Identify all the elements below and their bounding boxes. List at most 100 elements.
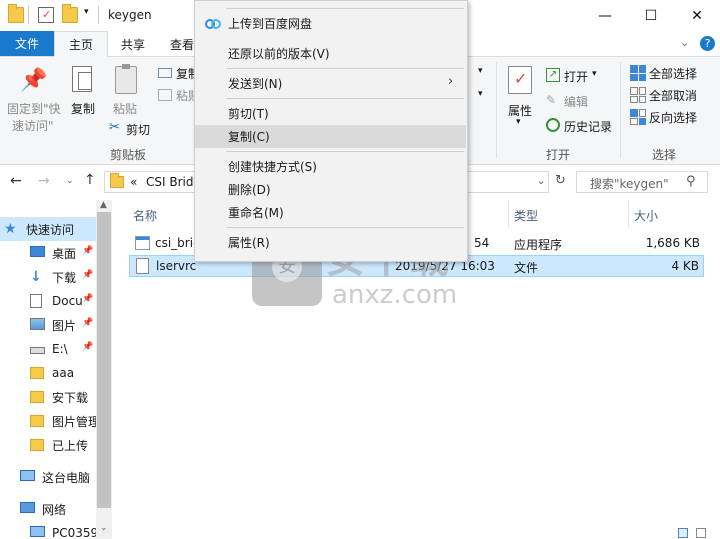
menu-separator: [226, 68, 464, 69]
address-overflow[interactable]: «: [130, 175, 137, 189]
details-view-icon[interactable]: [678, 528, 688, 538]
select-all-button[interactable]: 全部选择: [649, 65, 697, 82]
column-header-name[interactable]: 名称: [133, 207, 157, 224]
close-button[interactable]: ✕: [674, 0, 720, 31]
nav-item[interactable]: ↓ 下载 📌: [0, 265, 96, 289]
scroll-up-icon[interactable]: ▲: [100, 200, 107, 210]
picture-icon: [30, 318, 46, 332]
nav-gap: [4, 459, 92, 460]
nav-item-label: 桌面: [52, 246, 77, 261]
invert-selection-button[interactable]: 反向选择: [649, 109, 697, 126]
pin-icon[interactable]: 📌: [82, 270, 93, 280]
tab-share[interactable]: 共享: [108, 31, 158, 57]
nav-item[interactable]: 图片管理: [0, 409, 96, 433]
nav-item[interactable]: 安下载: [0, 385, 96, 409]
menu-item-rename[interactable]: 重命名(M): [195, 201, 466, 224]
nav-item[interactable]: 图片 📌: [0, 313, 96, 337]
menu-item-cut[interactable]: 剪切(T): [195, 102, 466, 125]
application-icon: [135, 236, 150, 250]
address-path[interactable]: CSI Brid: [146, 175, 193, 189]
divider: [28, 6, 29, 24]
invert-selection-icon: [630, 109, 646, 125]
file-icon: [136, 258, 149, 274]
folder-icon: [30, 390, 46, 404]
address-dropdown-icon[interactable]: ⌄: [537, 176, 545, 187]
network-icon: [20, 502, 36, 516]
folder-icon: [30, 438, 46, 452]
maximize-button[interactable]: ☐: [628, 0, 674, 31]
menu-item-upload-baidu[interactable]: 上传到百度网盘: [195, 12, 466, 35]
copy-icon: [72, 66, 92, 92]
properties-dropdown-icon[interactable]: ▾: [516, 117, 521, 127]
tab-home[interactable]: 主页: [54, 31, 108, 57]
nav-gap: [4, 491, 92, 492]
nav-item-label: 图片: [52, 318, 77, 333]
divider: [98, 6, 99, 24]
forward-arrow-icon[interactable]: →: [38, 173, 50, 189]
history-button[interactable]: 历史记录: [564, 118, 612, 135]
search-icon[interactable]: ⚲: [686, 174, 696, 189]
menu-item-send-to[interactable]: 发送到(N): [195, 72, 466, 95]
new-folder-qat-icon[interactable]: [62, 4, 78, 23]
edit-button[interactable]: 编辑: [564, 93, 588, 110]
folder-icon: [30, 366, 46, 380]
properties-qat-icon[interactable]: ✓: [38, 7, 54, 23]
nav-item-label: 已上传: [52, 438, 89, 453]
open-dropdown-icon[interactable]: ▾: [592, 69, 597, 79]
nav-item[interactable]: 网络: [0, 497, 96, 521]
menu-item-delete[interactable]: 删除(D): [195, 178, 466, 201]
minimize-button[interactable]: —: [582, 0, 628, 31]
select-all-icon: [630, 65, 646, 81]
refresh-icon[interactable]: ↻: [555, 173, 566, 188]
column-header-type[interactable]: 类型: [514, 207, 538, 224]
select-none-button[interactable]: 全部取消: [649, 87, 697, 104]
column-header-size[interactable]: 大小: [634, 207, 658, 224]
pin-icon[interactable]: 📌: [82, 294, 93, 304]
new-item-dropdown-icon[interactable]: ▾: [478, 66, 483, 76]
document-icon: [30, 294, 46, 308]
open-button[interactable]: 打开: [564, 68, 588, 85]
nav-item[interactable]: E:\ 📌: [0, 337, 96, 361]
copy-button[interactable]: 复制: [71, 100, 95, 117]
pin-icon[interactable]: 📌: [82, 318, 93, 328]
computer-icon: [30, 526, 46, 539]
copy-path-icon: [158, 68, 172, 78]
qat-dropdown-icon[interactable]: ▾: [84, 7, 89, 17]
menu-item-create-shortcut[interactable]: 创建快捷方式(S): [195, 155, 466, 178]
tab-file[interactable]: 文件: [0, 31, 54, 56]
help-icon[interactable]: ?: [700, 36, 715, 51]
large-icons-view-icon[interactable]: [696, 528, 706, 538]
collapse-ribbon-icon[interactable]: ⌄: [680, 36, 689, 49]
nav-item[interactable]: PC0359: [0, 521, 96, 539]
menu-item-restore-previous[interactable]: 还原以前的版本(V): [195, 42, 466, 65]
scroll-down-icon[interactable]: ⌄: [100, 523, 108, 533]
nav-scrollbar-thumb[interactable]: [97, 212, 111, 508]
file-size: 1,686 KB: [645, 236, 700, 250]
menu-item-copy[interactable]: 复制(C): [195, 125, 466, 148]
up-arrow-icon[interactable]: ↑: [84, 172, 96, 188]
cut-button[interactable]: 剪切: [126, 121, 150, 138]
open-group-label: 打开: [546, 148, 571, 162]
easy-access-dropdown-icon[interactable]: ▾: [478, 89, 483, 99]
nav-item[interactable]: ★ 快速访问: [0, 217, 96, 241]
copy-path-button[interactable]: 复制: [176, 65, 194, 82]
nav-item[interactable]: 已上传: [0, 433, 96, 457]
recent-locations-icon[interactable]: ⌄: [66, 176, 74, 186]
pin-icon[interactable]: 📌: [82, 246, 93, 256]
menu-item-properties[interactable]: 属性(R): [195, 231, 466, 254]
pin-icon[interactable]: 📌: [82, 342, 93, 352]
paste-button[interactable]: 粘贴: [113, 100, 137, 117]
column-divider[interactable]: [628, 200, 629, 228]
back-arrow-icon[interactable]: ←: [10, 173, 22, 189]
column-divider[interactable]: [508, 200, 509, 228]
nav-item-label: aaa: [52, 366, 75, 380]
file-size: 4 KB: [671, 259, 699, 273]
nav-item[interactable]: Docu 📌: [0, 289, 96, 313]
star-icon: ★: [4, 221, 17, 237]
menu-separator: [226, 8, 464, 9]
nav-item[interactable]: 这台电脑: [0, 465, 96, 489]
pin-to-quick-access-button[interactable]: 固定到"快: [7, 100, 61, 117]
nav-item[interactable]: 桌面 📌: [0, 241, 96, 265]
nav-item[interactable]: aaa: [0, 361, 96, 385]
paste-shortcut-button[interactable]: 粘贴: [176, 87, 194, 104]
